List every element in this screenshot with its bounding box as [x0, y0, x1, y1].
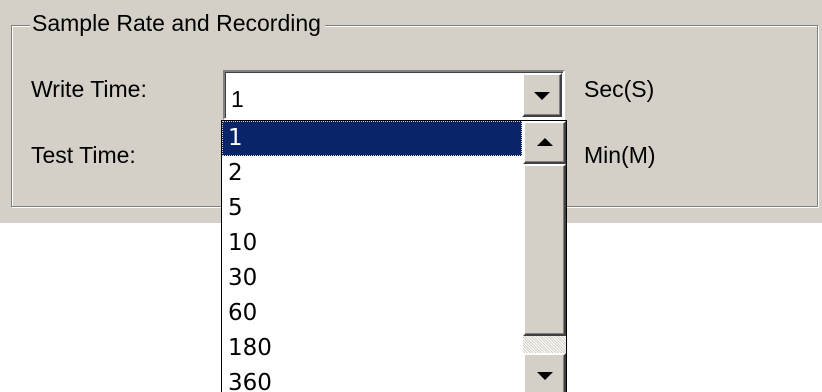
scroll-up-arrow-icon [536, 137, 553, 146]
chevron-down-icon [534, 92, 550, 100]
dropdown-scrollbar[interactable] [523, 121, 566, 392]
dropdown-option[interactable]: 180 [222, 331, 522, 366]
dropdown-options: 1 2 5 10 30 60 180 360 [222, 121, 522, 392]
dropdown-option[interactable]: 360 [222, 366, 522, 392]
write-time-dropdown-list[interactable]: 1 2 5 10 30 60 180 360 [221, 120, 567, 392]
scroll-down-button[interactable] [523, 353, 566, 392]
write-time-dropdown-button[interactable] [522, 73, 562, 117]
dropdown-option[interactable]: 2 [222, 156, 522, 191]
scroll-up-button[interactable] [523, 121, 566, 164]
test-time-label: Test Time: [31, 142, 136, 168]
dropdown-option[interactable]: 10 [222, 226, 522, 261]
dropdown-option[interactable]: 5 [222, 191, 522, 226]
test-time-unit: Min(M) [584, 142, 656, 168]
write-time-combobox[interactable]: 1 [223, 70, 565, 120]
write-time-label: Write Time: [31, 76, 147, 102]
scroll-down-arrow-icon [536, 371, 553, 380]
write-time-value: 1 [231, 86, 244, 112]
dropdown-option[interactable]: 1 [222, 121, 522, 156]
dropdown-option[interactable]: 60 [222, 296, 522, 331]
write-time-unit: Sec(S) [584, 76, 655, 102]
scrollbar-thumb[interactable] [523, 164, 566, 336]
dropdown-option[interactable]: 30 [222, 261, 522, 296]
groupbox-title: Sample Rate and Recording [30, 8, 325, 38]
